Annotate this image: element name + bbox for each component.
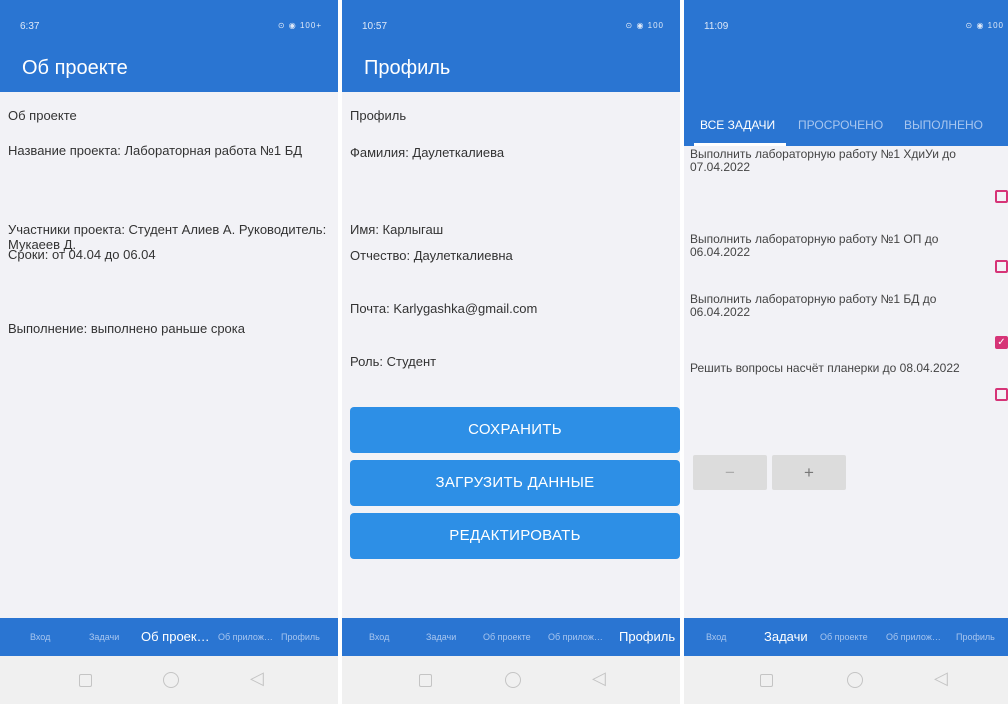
about-screen: 6:37 ⊙ ◉ 100+ Об проекте Об проекте Назв… <box>0 0 338 704</box>
tab-overdue[interactable]: ПРОСРОЧЕНО <box>798 118 883 132</box>
back-triangle-icon[interactable]: ◁ <box>934 668 948 689</box>
status-icons: ⊙ ◉ 100 <box>965 21 1004 30</box>
status-bar: 10:57 ⊙ ◉ 100 <box>354 15 668 33</box>
profile-surname: Фамилия: Даулеткалиева <box>350 145 505 160</box>
about-content: Об проекте Название проекта: Лабораторна… <box>0 92 338 618</box>
task-item-label: Выполнить лабораторную работу №1 БД до 0… <box>690 292 937 319</box>
home-circle-icon[interactable] <box>505 672 521 688</box>
project-status: Выполнение: выполнено раньше срока <box>8 321 245 336</box>
page-title: Об проекте <box>22 57 128 79</box>
nav-item-login[interactable]: Вход <box>706 618 726 656</box>
recents-square-icon[interactable] <box>419 674 432 687</box>
nav-item-profile[interactable]: Профиль <box>956 618 995 656</box>
home-circle-icon[interactable] <box>847 672 863 688</box>
nav-item-login[interactable]: Вход <box>30 618 50 656</box>
tasks-screen: 11:09 ⊙ ◉ 100 ВСЕ ЗАДАЧИ ПРОСРОЧЕНО ВЫПО… <box>684 0 1008 704</box>
system-nav-bar: ◁ <box>342 656 680 704</box>
recents-square-icon[interactable] <box>79 674 92 687</box>
status-bar: 11:09 ⊙ ◉ 100 <box>696 15 1003 33</box>
nav-item-login[interactable]: Вход <box>369 618 389 656</box>
decrement-button[interactable]: − <box>693 455 767 490</box>
nav-item-profile[interactable]: Профиль <box>619 618 675 656</box>
section-heading: Профиль <box>350 108 407 123</box>
system-nav-bar: ◁ <box>0 656 338 704</box>
bottom-nav: Вход Задачи Об проекте Об прилож… Профил… <box>684 618 1008 656</box>
bottom-nav: Вход Задачи Об проек… Об прилож… Профиль <box>0 618 338 656</box>
nav-item-tasks[interactable]: Задачи <box>764 618 808 656</box>
task-item-label: Выполнить лабораторную работу №1 ОП до 0… <box>690 232 939 259</box>
system-nav-bar: ◁ <box>684 656 1008 704</box>
nav-item-tasks[interactable]: Задачи <box>89 618 119 656</box>
back-triangle-icon[interactable]: ◁ <box>250 668 264 689</box>
increment-button[interactable]: + <box>772 455 846 490</box>
profile-screen: 10:57 ⊙ ◉ 100 Профиль Профиль Фамилия: Д… <box>342 0 680 704</box>
recents-square-icon[interactable] <box>760 674 773 687</box>
edit-button[interactable]: РЕДАКТИРОВАТЬ <box>350 513 680 559</box>
back-triangle-icon[interactable]: ◁ <box>592 668 606 689</box>
load-data-button[interactable]: ЗАГРУЗИТЬ ДАННЫЕ <box>350 460 680 506</box>
profile-patronymic: Отчество: Даулеткалиевна <box>350 248 513 263</box>
tab-all-tasks[interactable]: ВСЕ ЗАДАЧИ <box>700 118 775 132</box>
task-item-label: Выполнить лабораторную работу №1 ХдиУи д… <box>690 147 956 174</box>
section-heading: Об проекте <box>8 108 77 123</box>
profile-email: Почта: Karlygashka@gmail.com <box>350 301 538 316</box>
app-bar: 6:37 ⊙ ◉ 100+ Об проекте <box>0 0 338 92</box>
profile-role: Роль: Студент <box>350 354 437 369</box>
save-button[interactable]: СОХРАНИТЬ <box>350 407 680 453</box>
page-title: Профиль <box>364 57 451 79</box>
home-circle-icon[interactable] <box>163 672 179 688</box>
nav-item-about-project[interactable]: Об проек… <box>141 618 210 656</box>
app-bar: 10:57 ⊙ ◉ 100 Профиль <box>342 0 680 92</box>
nav-item-about-app[interactable]: Об прилож… <box>218 618 273 656</box>
nav-item-about-app[interactable]: Об прилож… <box>886 618 941 656</box>
status-bar: 6:37 ⊙ ◉ 100+ <box>12 15 326 33</box>
profile-name: Имя: Карлыгаш <box>350 222 444 237</box>
status-time: 6:37 <box>20 21 40 32</box>
task-checkbox[interactable] <box>995 388 1008 401</box>
tab-completed[interactable]: ВЫПОЛНЕНО <box>904 118 983 132</box>
tab-bar: ВСЕ ЗАДАЧИ ПРОСРОЧЕНО ВЫПОЛНЕНО <box>684 92 1008 146</box>
status-time: 10:57 <box>362 21 388 32</box>
nav-item-about-app[interactable]: Об прилож… <box>548 618 603 656</box>
nav-item-about-project[interactable]: Об проекте <box>483 618 531 656</box>
task-checkbox[interactable] <box>995 190 1008 203</box>
task-checkbox[interactable] <box>995 260 1008 273</box>
app-bar: 11:09 ⊙ ◉ 100 <box>684 0 1008 92</box>
tab-indicator <box>694 143 786 146</box>
nav-item-about-project[interactable]: Об проекте <box>820 618 868 656</box>
project-deadlines: Сроки: от 04.04 до 06.04 <box>8 247 156 262</box>
status-icons: ⊙ ◉ 100+ <box>277 21 322 30</box>
bottom-nav: Вход Задачи Об проекте Об прилож… Профил… <box>342 618 680 656</box>
status-time: 11:09 <box>704 21 729 32</box>
checkmark-icon: ✓ <box>997 337 1006 348</box>
nav-item-profile[interactable]: Профиль <box>281 618 320 656</box>
project-name: Название проекта: Лабораторная работа №1… <box>8 143 303 158</box>
status-icons: ⊙ ◉ 100 <box>625 21 664 30</box>
task-checkbox-checked[interactable]: ✓ <box>995 336 1008 349</box>
task-item-label: Решить вопросы насчёт планерки до 08.04.… <box>690 361 960 375</box>
nav-item-tasks[interactable]: Задачи <box>426 618 456 656</box>
